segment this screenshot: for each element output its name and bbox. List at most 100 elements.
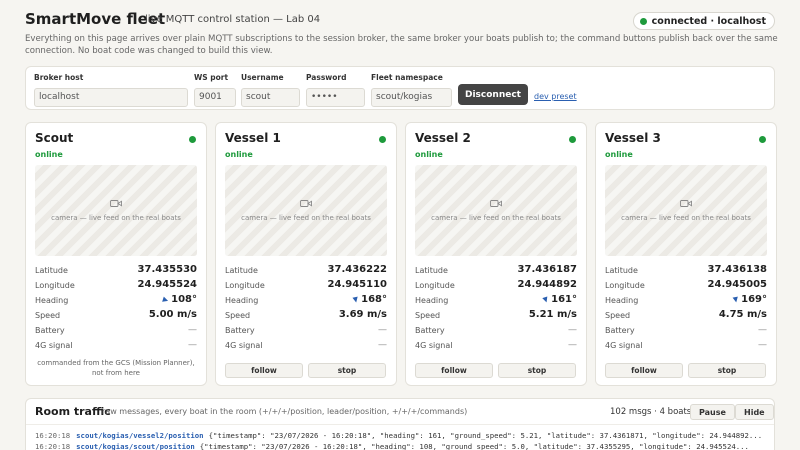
connection-panel: Broker host WS port Username Password Fl… xyxy=(25,66,775,110)
page-header: SmartMove fleet live MQTT control statio… xyxy=(25,10,775,32)
log-time: 16:20:18 xyxy=(35,431,71,440)
longitude-value: 24.944892 xyxy=(517,279,577,290)
log-divider xyxy=(26,424,774,425)
log-payload: {"timestamp": "23/07/2026 - 16:20:18", "… xyxy=(199,442,749,450)
battery-value: — xyxy=(188,325,197,335)
boat-name: Scout xyxy=(35,131,74,145)
log-payload: {"timestamp": "23/07/2026 - 16:20:18", "… xyxy=(208,431,763,440)
ws-port-field: WS port xyxy=(194,73,236,107)
camera-caption: camera — live feed on the real boats xyxy=(51,214,181,222)
password-field: Password xyxy=(306,73,365,107)
signal-label: 4G signal xyxy=(225,341,263,350)
stop-button[interactable]: stop xyxy=(498,363,576,378)
traffic-title: Room traffic xyxy=(35,405,111,418)
battery-value: — xyxy=(378,325,387,335)
latitude-label: Latitude xyxy=(35,266,68,275)
boat-status: online xyxy=(35,150,63,159)
battery-label: Battery xyxy=(415,326,445,335)
signal-value: — xyxy=(758,340,767,350)
status-dot-icon xyxy=(639,17,647,25)
username-field: Username xyxy=(241,73,300,107)
camera-placeholder: camera — live feed on the real boats xyxy=(605,165,767,256)
battery-value: — xyxy=(568,325,577,335)
boat-status: online xyxy=(605,150,633,159)
password-label: Password xyxy=(306,73,347,82)
heading-arrow-icon: ▲ xyxy=(351,295,359,305)
battery-label: Battery xyxy=(605,326,635,335)
speed-label: Speed xyxy=(35,311,61,320)
speed-value: 3.69 m/s xyxy=(338,309,387,320)
camera-placeholder: camera — live feed on the real boats xyxy=(415,165,577,256)
longitude-value: 24.945110 xyxy=(327,279,387,290)
heading-arrow-icon: ▲ xyxy=(732,295,739,305)
connection-status-badge: connected · localhost xyxy=(632,12,775,30)
latitude-value: 37.436187 xyxy=(517,264,577,275)
signal-label: 4G signal xyxy=(415,341,453,350)
pause-button[interactable]: Pause xyxy=(690,404,735,420)
camera-caption: camera — live feed on the real boats xyxy=(431,214,561,222)
stop-button[interactable]: stop xyxy=(308,363,386,378)
speed-label: Speed xyxy=(605,311,631,320)
latitude-label: Latitude xyxy=(415,266,448,275)
signal-label: 4G signal xyxy=(605,341,643,350)
connection-status-text: connected · localhost xyxy=(651,15,766,27)
username-input[interactable] xyxy=(241,87,300,107)
camera-caption: camera — live feed on the real boats xyxy=(621,214,751,222)
boat-card-vessel2: Vessel 2 online camera — live feed on th… xyxy=(405,122,587,386)
battery-label: Battery xyxy=(35,326,65,335)
battery-label: Battery xyxy=(225,326,255,335)
video-camera-icon xyxy=(680,200,692,207)
hide-button[interactable]: Hide xyxy=(735,404,774,420)
heading-label: Heading xyxy=(415,296,449,305)
ws-port-input[interactable] xyxy=(194,87,236,107)
gcs-note: commanded from the GCS (Mission Planner)… xyxy=(37,359,195,377)
online-dot-icon xyxy=(759,136,766,143)
username-label: Username xyxy=(241,73,284,82)
heading-label: Heading xyxy=(35,296,69,305)
namespace-input[interactable] xyxy=(371,87,452,107)
log-topic: scout/kogias/scout/position xyxy=(76,442,195,450)
longitude-label: Longitude xyxy=(35,281,75,290)
boat-name: Vessel 3 xyxy=(605,131,661,145)
heading-value: 168° xyxy=(361,294,387,305)
video-camera-icon xyxy=(300,200,312,207)
heading-value: 161° xyxy=(551,294,577,305)
stop-button[interactable]: stop xyxy=(688,363,766,378)
boat-name: Vessel 1 xyxy=(225,131,281,145)
follow-button[interactable]: follow xyxy=(605,363,683,378)
video-camera-icon xyxy=(490,200,502,207)
longitude-value: 24.945005 xyxy=(707,279,767,290)
broker-host-input[interactable] xyxy=(34,87,188,107)
ws-port-label: WS port xyxy=(194,73,229,82)
password-input[interactable] xyxy=(306,87,365,107)
boat-card-vessel3: Vessel 3 online camera — live feed on th… xyxy=(595,122,777,386)
signal-label: 4G signal xyxy=(35,341,73,350)
camera-placeholder: camera — live feed on the real boats xyxy=(35,165,197,256)
speed-value: 5.00 m/s xyxy=(148,309,197,320)
dev-preset-link[interactable]: dev preset xyxy=(534,92,577,101)
log-time: 16:20:18 xyxy=(35,442,71,450)
latitude-label: Latitude xyxy=(605,266,638,275)
room-traffic-panel: Room traffic raw messages, every boat in… xyxy=(25,398,775,450)
speed-value: 5.21 m/s xyxy=(528,309,577,320)
message-count: 102 msgs · 4 boats xyxy=(610,407,692,417)
video-camera-icon xyxy=(110,200,122,207)
traffic-subtitle: raw messages, every boat in the room (+/… xyxy=(102,407,468,416)
heading-label: Heading xyxy=(605,296,639,305)
speed-label: Speed xyxy=(225,311,251,320)
signal-value: — xyxy=(188,340,197,350)
boat-card-scout: Scout online camera — live feed on the r… xyxy=(25,122,207,386)
boat-name: Vessel 2 xyxy=(415,131,471,145)
speed-value: 4.75 m/s xyxy=(718,309,767,320)
battery-value: — xyxy=(758,325,767,335)
boat-status: online xyxy=(415,150,443,159)
follow-button[interactable]: follow xyxy=(415,363,493,378)
namespace-field: Fleet namespace xyxy=(371,73,452,107)
latitude-value: 37.435530 xyxy=(137,264,197,275)
log-line: 16:20:18 scout/kogias/vessel2/position {"t… xyxy=(35,431,770,440)
disconnect-button[interactable]: Disconnect xyxy=(458,84,528,105)
heading-value: 169° xyxy=(741,294,767,305)
follow-button[interactable]: follow xyxy=(225,363,303,378)
page-description: Everything on this page arrives over pla… xyxy=(25,34,778,56)
latitude-value: 37.436222 xyxy=(327,264,387,275)
